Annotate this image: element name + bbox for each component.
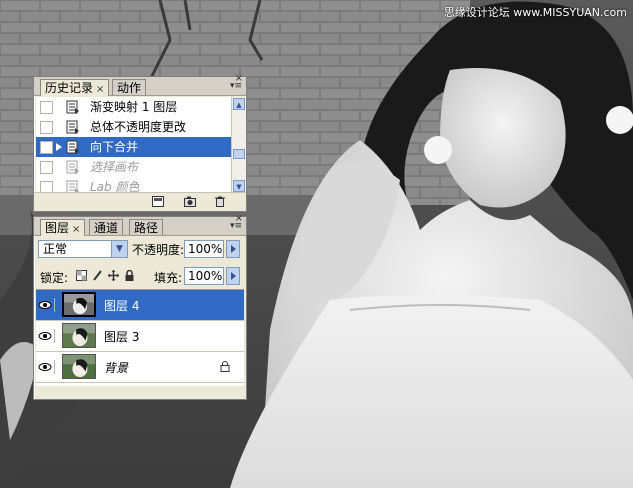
history-item-label: Lab 颜色 [90, 180, 140, 193]
new-document-from-state-icon[interactable] [152, 196, 164, 207]
layer-row[interactable]: 图层 4 [36, 290, 244, 321]
lock-all-icon[interactable] [124, 270, 135, 281]
opacity-label: 不透明度: [132, 243, 185, 257]
tab-channels-label: 通道 [94, 221, 119, 235]
history-list: 渐变映射 1 图层 总体不透明度更改 向下合并 选择画布 Lab 颜色 [36, 97, 232, 193]
opacity-slider-toggle-icon[interactable] [226, 240, 240, 258]
tab-paths[interactable]: 路径 [129, 219, 164, 235]
tab-layers[interactable]: 图层 × [40, 219, 86, 236]
history-item[interactable]: 渐变映射 1 图层 [36, 97, 232, 117]
lock-transparent-pixels-icon[interactable] [76, 270, 87, 281]
history-item-label: 渐变映射 1 图层 [90, 100, 178, 114]
scroll-up-icon[interactable]: ▲ [233, 98, 245, 110]
history-item[interactable]: 总体不透明度更改 [36, 117, 232, 137]
lock-position-icon[interactable] [108, 270, 119, 281]
history-panel: 历史记录 × 动作 × ▾≡ 渐变映射 1 图层 总体不透明度更改 向下合并 选择… [33, 73, 247, 212]
lock-icon [220, 361, 230, 372]
scroll-thumb[interactable] [233, 149, 245, 159]
layer-thumbnail [62, 323, 96, 348]
tab-history-label: 历史记录 [45, 81, 94, 95]
fill-slider-toggle-icon[interactable] [226, 267, 240, 285]
layer-thumbnail [62, 292, 96, 317]
layers-tabbar: 图层 × 通道 路径 × ▾≡ [34, 213, 246, 236]
chevron-down-icon[interactable]: ▼ [111, 241, 127, 257]
tab-actions[interactable]: 动作 [112, 79, 147, 95]
history-item-label: 选择画布 [90, 160, 139, 174]
scroll-down-icon[interactable]: ▼ [233, 180, 245, 192]
layers-list: 图层 4 图层 3 背景 [36, 289, 244, 386]
layer-name[interactable]: 图层 4 [104, 297, 139, 314]
layer-name[interactable]: 背景 [104, 359, 128, 376]
history-panel-menu-icon[interactable]: ▾≡ [230, 81, 242, 91]
layer-name[interactable]: 图层 3 [104, 328, 139, 345]
history-state-icon [66, 120, 79, 134]
eye-icon[interactable] [38, 360, 55, 374]
tab-layers-close-icon[interactable]: × [72, 224, 80, 235]
tab-history-close-icon[interactable]: × [96, 84, 104, 95]
opacity-input[interactable]: 100% [184, 240, 224, 258]
layer-thumbnail [62, 354, 96, 379]
history-source-checkbox[interactable] [40, 141, 53, 154]
history-scrollbar[interactable]: ▲ ▼ [231, 97, 246, 193]
history-footer [34, 192, 246, 211]
history-state-icon [66, 140, 79, 154]
trash-icon[interactable] [214, 196, 226, 207]
history-source-checkbox[interactable] [40, 161, 53, 174]
fill-label: 填充: [154, 271, 183, 285]
layer-row[interactable]: 图层 3 [36, 321, 244, 352]
tab-actions-label: 动作 [117, 81, 142, 95]
tab-layers-label: 图层 [45, 221, 70, 235]
layers-panel: 图层 × 通道 路径 × ▾≡ 正常 ▼ 不透明度: 100% 锁定: 填充: 1… [33, 213, 247, 400]
new-snapshot-icon[interactable] [184, 196, 196, 207]
history-source-checkbox[interactable] [40, 121, 53, 134]
history-state-marker-icon [56, 143, 62, 151]
history-item[interactable]: Lab 颜色 [36, 177, 232, 193]
tab-paths-label: 路径 [134, 221, 159, 235]
eye-icon[interactable] [38, 329, 55, 343]
tab-history[interactable]: 历史记录 × [40, 79, 110, 96]
site-watermark: 思缘设计论坛 www.MISSYUAN.com [443, 6, 627, 19]
history-tabbar: 历史记录 × 动作 × ▾≡ [34, 73, 246, 96]
blend-mode-value: 正常 [43, 242, 68, 256]
lock-label: 锁定: [40, 271, 69, 285]
lock-image-pixels-icon[interactable] [92, 270, 103, 281]
fill-input[interactable]: 100% [184, 267, 224, 285]
history-item-label: 总体不透明度更改 [90, 120, 187, 134]
history-source-checkbox[interactable] [40, 101, 53, 114]
history-item[interactable]: 选择画布 [36, 157, 232, 177]
layers-panel-menu-icon[interactable]: ▾≡ [230, 221, 242, 231]
history-item-selected[interactable]: 向下合并 [36, 137, 232, 157]
tab-channels[interactable]: 通道 [89, 219, 124, 235]
history-item-label: 向下合并 [90, 140, 139, 154]
blend-mode-select[interactable]: 正常 ▼ [38, 240, 128, 258]
eye-icon[interactable] [38, 298, 55, 312]
layer-row[interactable]: 背景 [36, 352, 244, 383]
history-state-icon [66, 100, 79, 114]
history-state-icon [66, 160, 79, 174]
